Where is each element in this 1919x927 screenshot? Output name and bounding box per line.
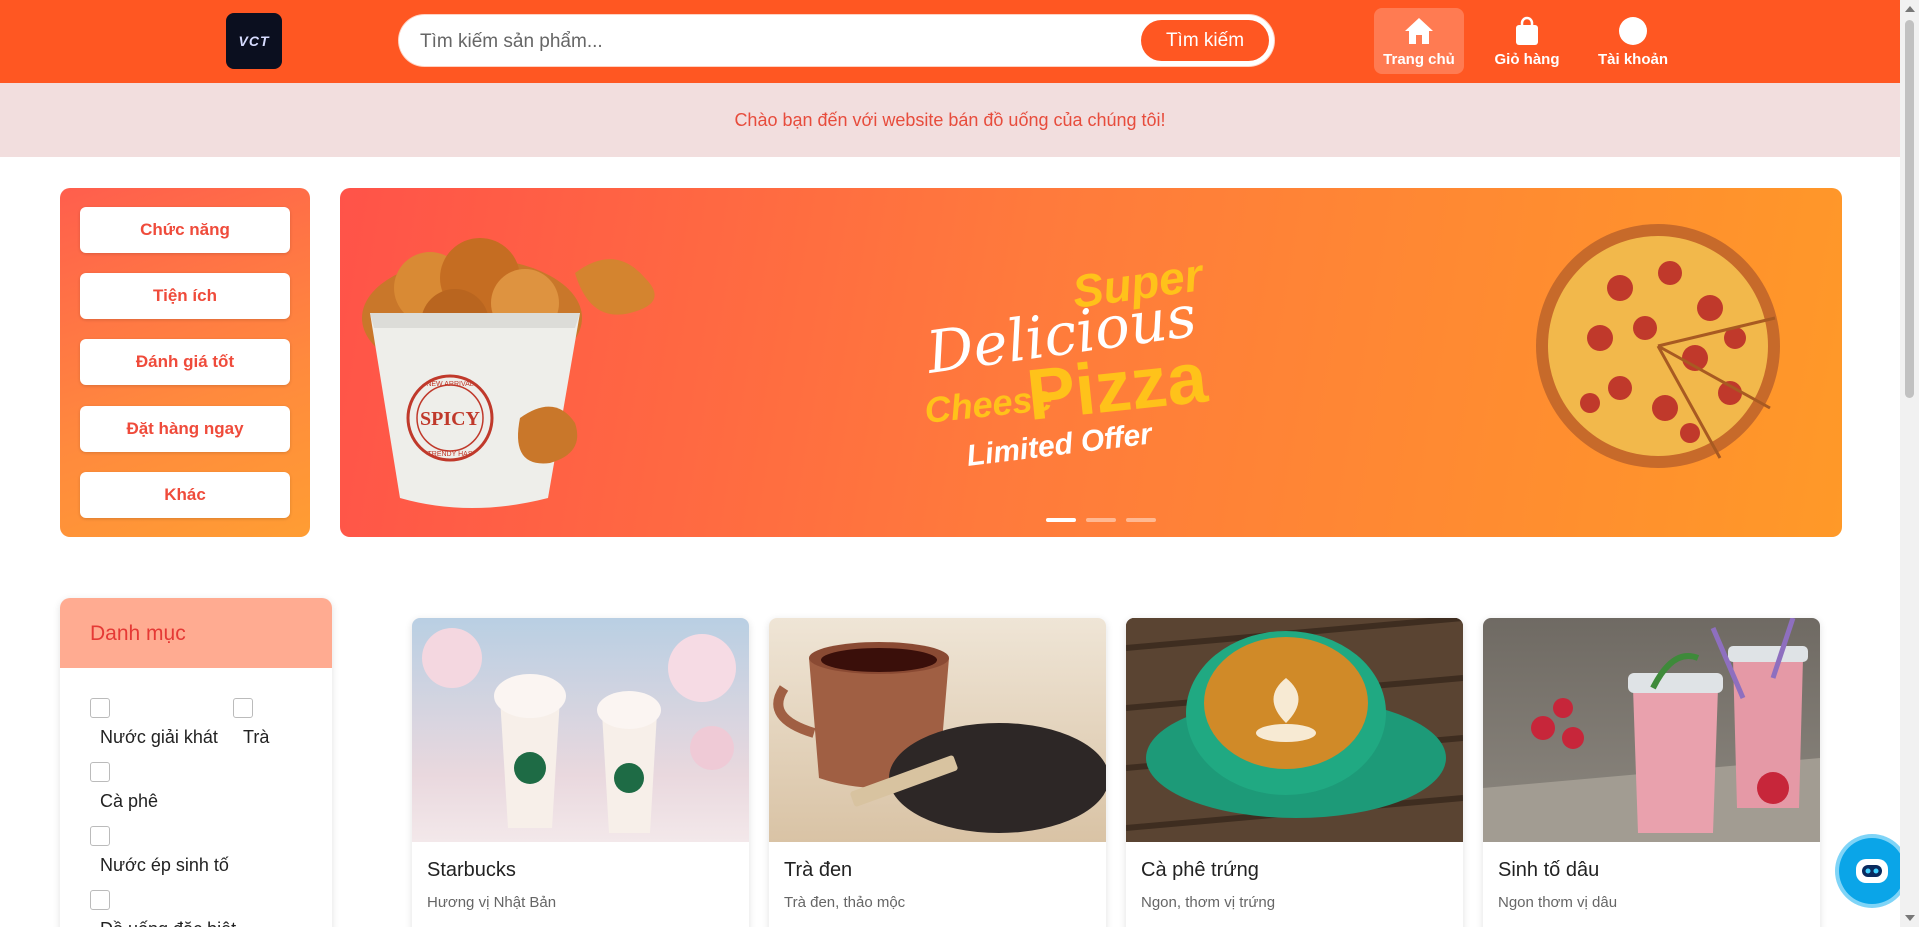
product-name: Starbucks (427, 859, 516, 881)
category-checkbox[interactable] (90, 826, 110, 846)
carousel-dot[interactable] (1126, 518, 1156, 522)
user-circle-icon (1618, 15, 1648, 47)
search-input[interactable] (420, 28, 1120, 56)
category-panel: Danh mục Nước giải khát Trà Cà phê Nước … (60, 598, 332, 927)
category-checkbox[interactable] (233, 698, 253, 718)
function-panel: Chức năng Tiện ích Đánh giá tốt Đặt hàng… (60, 188, 310, 537)
function-button-other[interactable]: Khác (80, 472, 290, 518)
shopping-bag-icon (1514, 15, 1540, 47)
category-checkbox[interactable] (90, 698, 110, 718)
page-scrollbar[interactable] (1900, 0, 1919, 927)
category-label: Cà phê (100, 791, 159, 811)
function-button-utilities[interactable]: Tiện ích (80, 273, 290, 319)
product-description: Ngon thơm vị dâu (1498, 894, 1618, 911)
svg-text:TRENDY HAS: TRENDY HAS (428, 451, 473, 458)
promo-headline: Super Delicious Cheese Pizza Limited Off… (921, 248, 1211, 473)
product-card[interactable]: Cà phê trứng Ngon, thơm vị trứng (1126, 618, 1463, 927)
pizza-image (1536, 224, 1780, 468)
scroll-down-arrow-icon[interactable] (1905, 915, 1915, 921)
welcome-banner: Chào bạn đến với website bán đồ uống của… (0, 83, 1900, 157)
svg-text:SPICY: SPICY (420, 408, 481, 430)
carousel-dot[interactable] (1046, 518, 1076, 522)
carousel-dot[interactable] (1086, 518, 1116, 522)
top-header: VCT Tìm kiếm Trang chủ Giỏ hàng Tài khoả… (0, 0, 1900, 83)
robot-icon (1856, 859, 1888, 883)
product-card[interactable]: Trà đen Trà đen, thảo mộc (769, 618, 1106, 927)
category-title: Danh mục (60, 598, 332, 668)
search-button[interactable]: Tìm kiếm (1141, 20, 1269, 61)
nav-home[interactable]: Trang chủ (1374, 8, 1464, 74)
function-button-order-now[interactable]: Đặt hàng ngay (80, 406, 290, 452)
product-image (412, 618, 749, 842)
product-card[interactable]: Sinh tố dâu Ngon thơm vị dâu (1483, 618, 1820, 927)
product-description: Hương vị Nhật Bản (427, 894, 557, 911)
svg-text:NEW ARRIVAL: NEW ARRIVAL (426, 381, 473, 388)
product-image (769, 618, 1106, 842)
chat-bot-button[interactable] (1839, 838, 1905, 904)
product-description: Trà đen, thảo mộc (784, 894, 906, 911)
promo-banner[interactable]: SPICY NEW ARRIVAL TRENDY HAS Super Delic… (340, 188, 1842, 537)
fried-chicken-bucket-image: SPICY NEW ARRIVAL TRENDY HAS (362, 238, 655, 508)
category-checkbox[interactable] (90, 762, 110, 782)
product-image (1126, 618, 1463, 842)
category-label: Đồ uống đặc biệt (100, 919, 236, 927)
scroll-up-arrow-icon[interactable] (1905, 6, 1915, 12)
function-button-features[interactable]: Chức năng (80, 207, 290, 253)
nav-account[interactable]: Tài khoản (1588, 8, 1678, 74)
carousel-indicators (1046, 518, 1156, 522)
product-image (1483, 618, 1820, 842)
product-name: Trà đen (784, 859, 853, 881)
function-button-top-rated[interactable]: Đánh giá tốt (80, 339, 290, 385)
scrollbar-thumb[interactable] (1905, 20, 1914, 398)
product-name: Cà phê trứng (1141, 859, 1259, 881)
nav-cart[interactable]: Giỏ hàng (1482, 8, 1572, 74)
site-logo[interactable]: VCT (226, 13, 282, 69)
category-label: Nước ép sinh tố (100, 855, 229, 875)
home-icon (1403, 15, 1435, 47)
product-name: Sinh tố dâu (1498, 859, 1600, 881)
product-card[interactable]: Starbucks Hương vị Nhật Bản (412, 618, 749, 927)
category-label: Trà (243, 727, 270, 747)
product-description: Ngon, thơm vị trứng (1141, 894, 1276, 911)
category-label: Nước giải khát (100, 727, 218, 747)
category-checkbox[interactable] (90, 890, 110, 910)
search-bar: Tìm kiếm (399, 15, 1274, 66)
